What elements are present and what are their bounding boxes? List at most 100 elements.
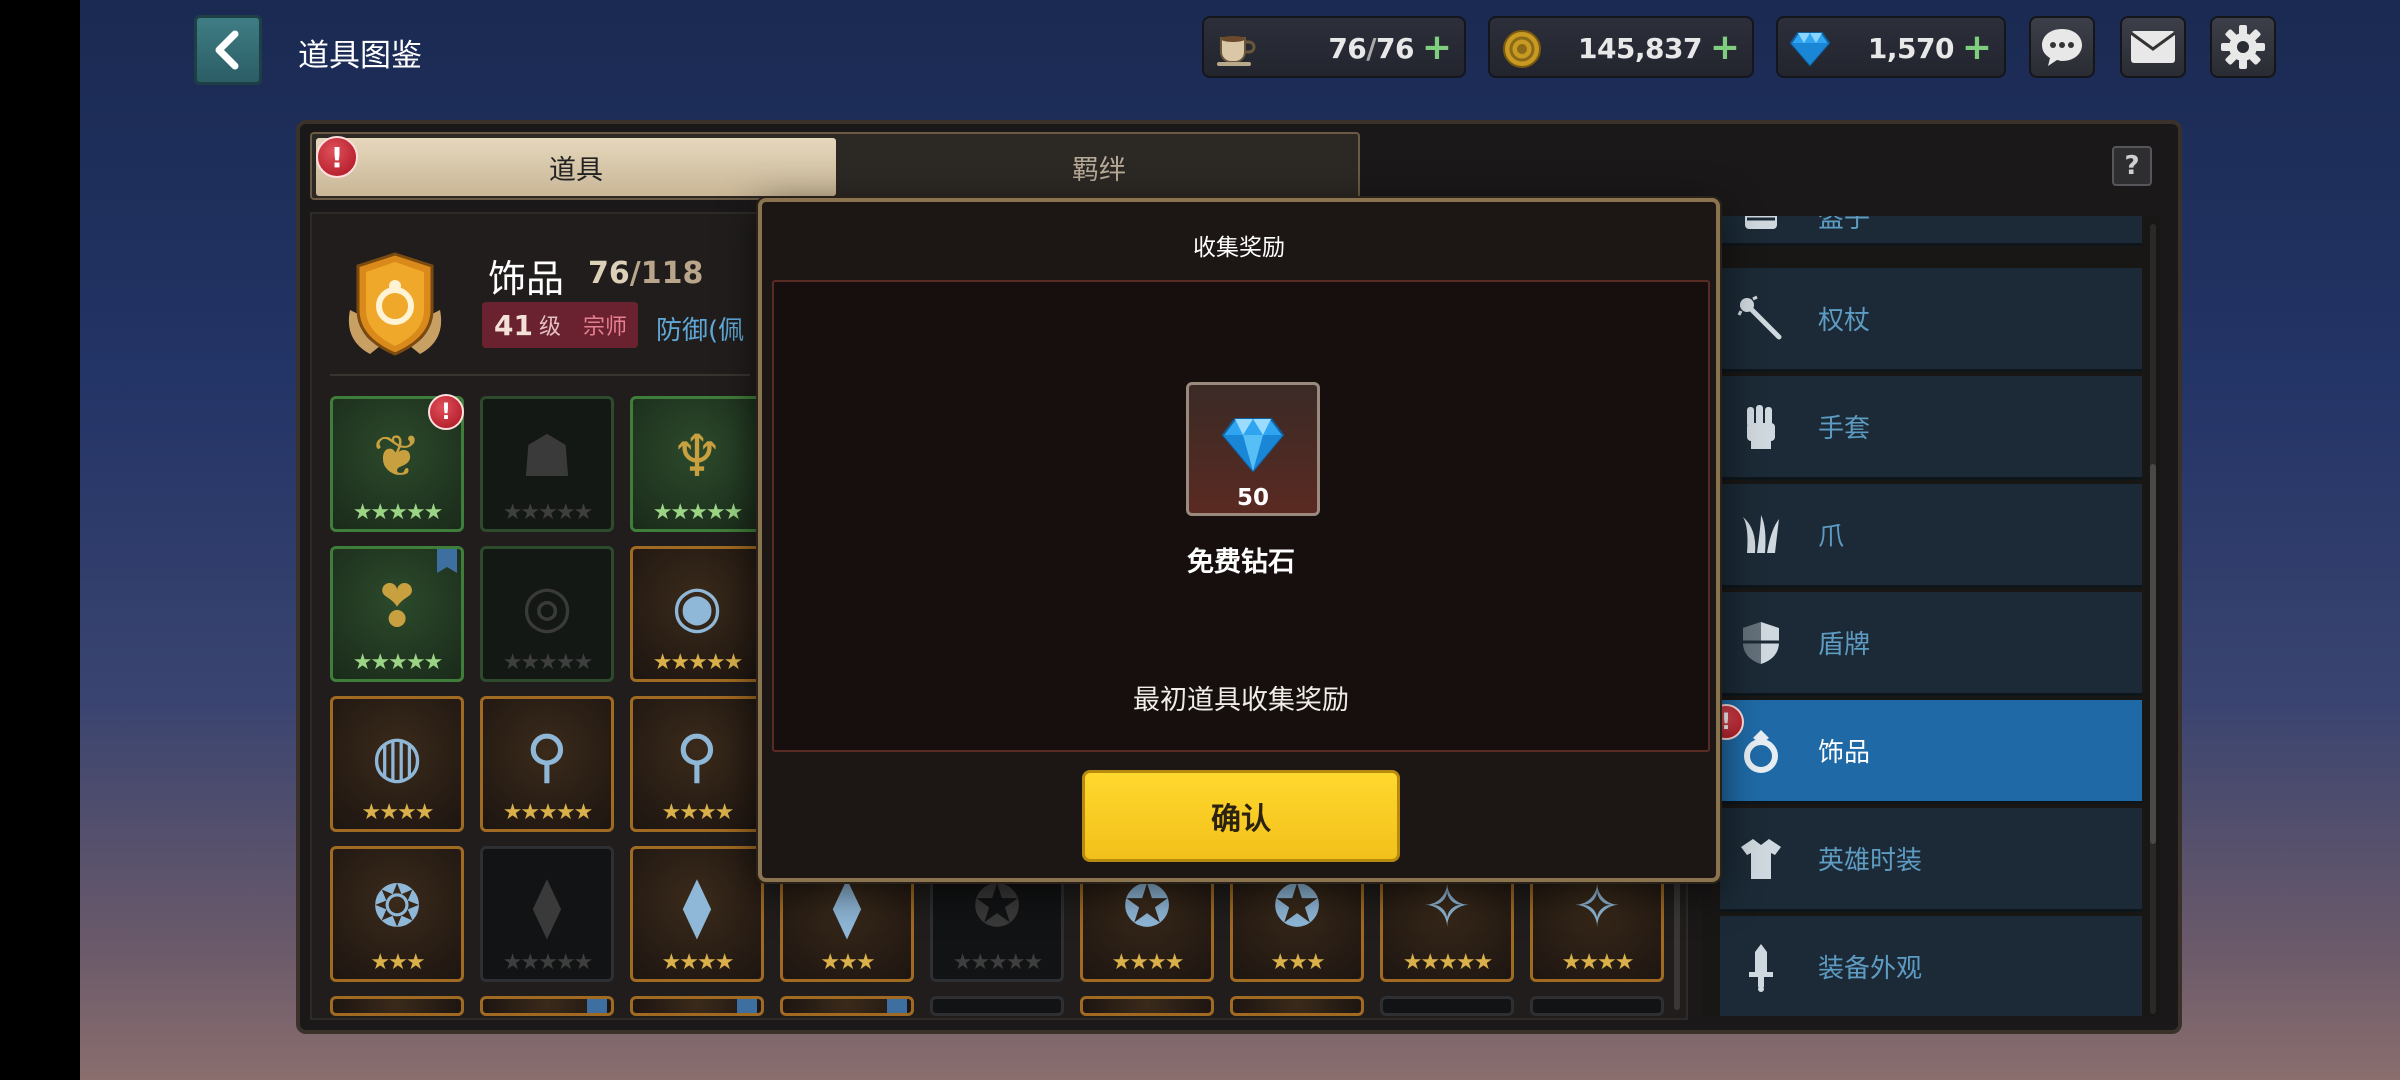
item-icon: ◉ (671, 572, 723, 640)
confirm-button[interactable]: 确认 (1082, 770, 1400, 862)
add-stamina-button[interactable]: + (1422, 28, 1452, 68)
category-list: 盔子权杖手套爪盾牌饰品 英雄时装 装备外观 (1702, 216, 2160, 1016)
tab-bar: 道具 羁绊 (310, 132, 1360, 200)
tab-items[interactable]: 道具 (316, 138, 836, 196)
stamina-resource[interactable]: 76/76 + (1202, 16, 1466, 78)
mail-button[interactable] (2120, 16, 2186, 78)
bookmark-badge (437, 549, 457, 573)
item-star-rating: ★★★★★ (502, 950, 594, 975)
item-cell[interactable] (930, 996, 1064, 1016)
chat-button[interactable] (2029, 16, 2095, 78)
item-cell[interactable] (1380, 996, 1514, 1016)
tab-alert-badge: ! (316, 136, 358, 178)
item-star-rating: ★★★★★ (352, 500, 444, 525)
item-star-rating: ★★★ (370, 950, 425, 975)
item-cell[interactable]: ◎ ★★★★★ (480, 546, 614, 682)
item-star-rating: ★★★★★ (952, 950, 1044, 975)
settings-button[interactable] (2210, 16, 2276, 78)
category-item-label: 权杖 (1818, 306, 1871, 336)
category-item-equipment-skin[interactable]: 装备外观 (1720, 916, 2142, 1016)
category-item-scepter[interactable]: 权杖 (1720, 268, 2142, 372)
item-icon: ❦ (372, 422, 422, 490)
item-cell[interactable]: ◍ ★★★★ (330, 696, 464, 832)
item-icon: ☗ (521, 422, 573, 490)
add-diamond-button[interactable]: + (1962, 28, 1992, 68)
item-star-rating: ★★★ (1270, 950, 1325, 975)
collection-reward-dialog: 收集奖励 50 免费钻石 最初道具收集奖励 确认 (758, 198, 1720, 882)
item-cell[interactable] (1080, 996, 1214, 1016)
dialog-body: 50 免费钻石 最初道具收集奖励 (772, 280, 1710, 752)
collection-level-badge: 41 级 宗师 (482, 302, 638, 348)
shield-icon (1726, 620, 1796, 666)
item-star-rating: ★★★★ (661, 950, 735, 975)
gear-icon (2221, 25, 2265, 69)
gold-coin-icon (1500, 27, 1544, 71)
item-cell[interactable] (630, 996, 764, 1016)
item-star-rating: ★★★★★ (652, 650, 744, 675)
scepter-icon (1726, 295, 1796, 343)
diamond-icon (1221, 418, 1285, 473)
item-icon: ⚲ (675, 722, 719, 790)
item-star-rating: ★★★★ (661, 800, 735, 825)
add-gold-button[interactable]: + (1710, 28, 1740, 68)
item-icon: ⧫ (682, 872, 712, 940)
item-star-rating: ★★★★★ (502, 500, 594, 525)
category-item-helmet[interactable]: 盔子 (1720, 216, 2142, 246)
accessory-emblem-icon (348, 252, 442, 356)
coffee-cup-icon (1214, 27, 1258, 71)
item-cell[interactable]: ❣ ★★★★★ (330, 546, 464, 682)
item-icon: ◎ (521, 572, 573, 640)
back-button[interactable] (194, 15, 262, 85)
item-cell[interactable]: ♆ ★★★★★ (630, 396, 764, 532)
item-star-rating: ★★★★★ (1402, 950, 1494, 975)
stamina-value: 76/76 (1328, 32, 1414, 65)
item-star-rating: ★★★★ (1561, 950, 1635, 975)
item-star-rating: ★★★★★ (502, 800, 594, 825)
item-cell[interactable]: ☗ ★★★★★ (480, 396, 614, 532)
header-divider (330, 374, 750, 376)
tab-bonds[interactable]: 羁绊 (842, 138, 1356, 196)
category-scrollbar-thumb[interactable] (2150, 464, 2156, 844)
item-cell[interactable]: ⧫ ★★★★ (630, 846, 764, 982)
category-item-glove[interactable]: 手套 (1720, 376, 2142, 480)
item-cell[interactable] (330, 996, 464, 1016)
page-title: 道具图鉴 (298, 38, 422, 74)
diamond-value: 1,570 (1867, 32, 1955, 65)
costume-icon (1726, 837, 1796, 881)
item-cell[interactable]: ⚲ ★★★★ (630, 696, 764, 832)
item-icon: ⧫ (532, 872, 562, 940)
reward-item-slot[interactable]: 50 (1186, 382, 1320, 516)
item-cell[interactable]: ❂ ★★★ (330, 846, 464, 982)
item-cell[interactable]: ⚲ ★★★★★ (480, 696, 614, 832)
claw-icon (1726, 513, 1796, 557)
help-button[interactable]: ? (2112, 146, 2152, 186)
item-cell[interactable] (480, 996, 614, 1016)
category-item-label: 爪 (1818, 522, 1845, 552)
category-item-label: 盾牌 (1818, 630, 1871, 660)
diamond-icon (1788, 27, 1832, 71)
reward-quantity: 50 (1236, 485, 1269, 511)
glove-icon (1726, 403, 1796, 451)
dialog-title: 收集奖励 (1193, 235, 1285, 261)
category-item-claw[interactable]: 爪 (1720, 484, 2142, 588)
gold-value: 145,837 (1577, 32, 1703, 65)
bookmark-badge (587, 999, 607, 1013)
item-cell[interactable] (1530, 996, 1664, 1016)
category-item-shield[interactable]: 盾牌 (1720, 592, 2142, 696)
stat-bonus-text: 防御(佩 (656, 316, 745, 346)
item-icon: ❣ (372, 572, 422, 640)
item-cell[interactable] (780, 996, 914, 1016)
item-star-rating: ★★★★★ (652, 500, 744, 525)
diamond-resource[interactable]: 1,570 + (1776, 16, 2006, 78)
equipment-skin-icon (1726, 942, 1796, 992)
category-scrollbar[interactable] (2150, 224, 2156, 1014)
level-number: 41 (494, 308, 533, 342)
gold-resource[interactable]: 145,837 + (1488, 16, 1754, 78)
category-item-costume[interactable]: 英雄时装 (1720, 808, 2142, 912)
category-item-ring[interactable]: 饰品 (1720, 700, 2142, 804)
item-cell[interactable]: ◉ ★★★★★ (630, 546, 764, 682)
item-cell[interactable] (1230, 996, 1364, 1016)
item-icon: ❂ (372, 872, 422, 940)
item-icon: ◍ (371, 722, 423, 790)
item-cell[interactable]: ⧫ ★★★★★ (480, 846, 614, 982)
